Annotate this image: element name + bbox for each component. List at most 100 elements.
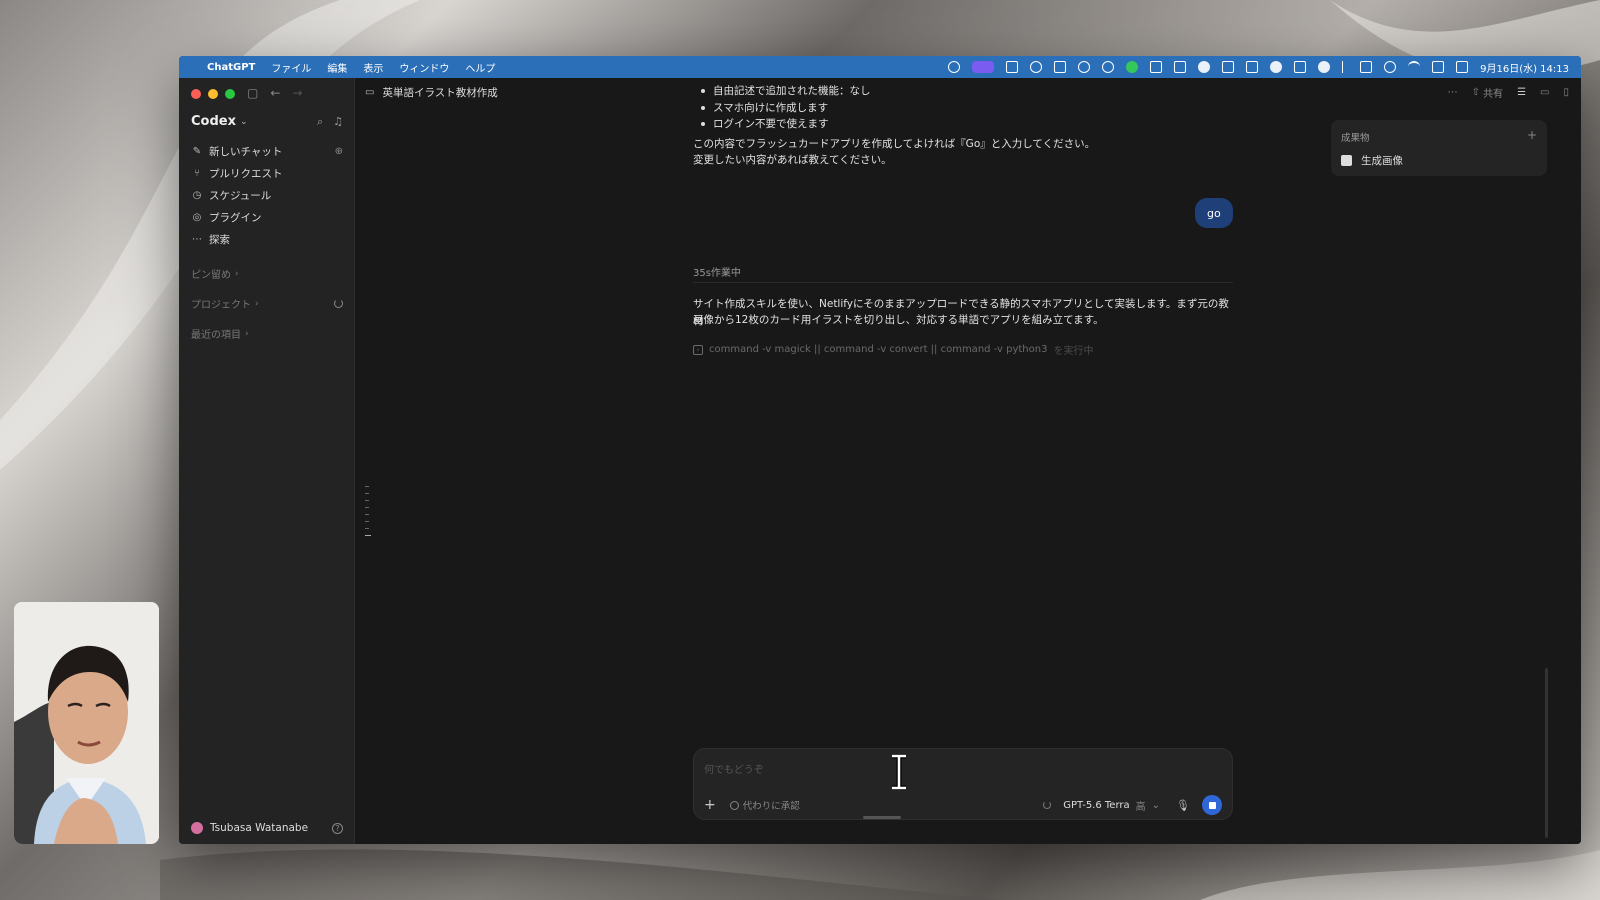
send-icon[interactable] [1360, 61, 1373, 73]
chevron-right-icon: › [245, 328, 249, 339]
list-view-icon[interactable]: ☰ [1517, 87, 1526, 98]
menu-help[interactable]: ヘルプ [465, 60, 495, 75]
minimize-window-button[interactable] [208, 89, 218, 99]
model-name: GPT-5.6 Terra [1063, 799, 1130, 811]
approve-icon [729, 800, 739, 810]
maximize-window-button[interactable] [225, 89, 235, 99]
folder-icon: ▭ [365, 86, 375, 98]
main-topbar: ▭ 英単語イラスト教材作成 ⋯ ⇧ 共有 ☰ ▭ ▯ [355, 78, 1581, 106]
add-artifact-icon[interactable]: + [1527, 129, 1537, 144]
sidebar-toggle-icon[interactable] [1294, 61, 1307, 73]
screen-record-icon[interactable] [972, 61, 995, 73]
section-pinned[interactable]: ピン留め › [191, 266, 343, 282]
more-options-icon[interactable]: ⋯ [1448, 87, 1458, 98]
menu-window[interactable]: ウィンドウ [399, 60, 449, 75]
cloud-icon[interactable] [1270, 61, 1283, 73]
chevron-down-icon[interactable]: ⌄ [240, 117, 248, 127]
terminal-icon: › [693, 344, 703, 355]
command-text: command -v magick || command -v convert … [709, 344, 1048, 355]
user-profile[interactable]: Tsubasa Watanabe ? [191, 822, 343, 834]
chatgpt-icon[interactable] [1030, 61, 1043, 73]
menu-edit[interactable]: 編集 [327, 60, 347, 75]
add-circle-icon[interactable]: ⊕ [335, 146, 343, 157]
wifi-icon[interactable] [1408, 61, 1421, 73]
section-recent[interactable]: 最近の項目 › [191, 326, 343, 342]
main-panel: ▭ 英単語イラスト教材作成 ⋯ ⇧ 共有 ☰ ▭ ▯ 自由記述で追加された機能：… [355, 78, 1581, 844]
workspace-title[interactable]: Codex [191, 114, 236, 129]
sidebar-item-label: スケジュール [209, 189, 272, 202]
scrollbar[interactable] [1545, 668, 1548, 838]
sidebar-toggle-icon[interactable]: ▢ [247, 86, 258, 100]
menubar-clock[interactable]: 9月16日(水) 14:13 [1480, 60, 1569, 75]
sidebar-item-explore[interactable]: ⋯ 探索 [191, 228, 343, 250]
status-icon[interactable] [1078, 61, 1091, 73]
attach-plus-icon[interactable]: + [704, 797, 716, 813]
timeline-markers[interactable] [365, 486, 371, 542]
menu-file[interactable]: ファイル [271, 60, 311, 75]
share-icon[interactable] [1054, 61, 1067, 73]
project-title[interactable]: 英単語イラスト教材作成 [382, 85, 497, 100]
sidebar-item-plugins[interactable]: ◎ プラグイン [191, 206, 343, 228]
stop-icon [1208, 801, 1216, 809]
terminal-icon[interactable]: ▭ [1540, 87, 1549, 98]
image-icon [1341, 155, 1352, 166]
loading-spinner-icon [1043, 801, 1052, 809]
sidebar: ▢ ← → Codex ⌄ ⌕ ♫ ✎ 新しいチャット ⊕ ⑂ プルリクエスト … [179, 78, 355, 844]
app-status-icon[interactable] [1006, 61, 1019, 73]
sidebar-item-schedule[interactable]: ◷ スケジュール [191, 184, 343, 206]
status-icons: 9月16日(水) 14:13 [948, 60, 1581, 75]
sidebar-item-label: 探索 [209, 233, 230, 246]
message-composer: 何でもどうぞ + 代わりに承認 GPT-5.6 Terra 高 ⌄ 🎙︎ [693, 748, 1233, 820]
stop-button[interactable] [1202, 795, 1222, 815]
drag-handle[interactable] [863, 816, 901, 819]
running-command[interactable]: › command -v magick || command -v conver… [693, 342, 1093, 357]
share-button[interactable]: ⇧ 共有 [1472, 85, 1503, 100]
side-panel-icon[interactable]: ▯ [1563, 87, 1569, 98]
command-status: を実行中 [1053, 346, 1094, 357]
sidebar-item-label: プラグイン [209, 211, 262, 224]
download-box-icon[interactable] [1246, 61, 1259, 73]
sidebar-item-label: 新しいチャット [209, 145, 283, 158]
sidebar-item-new-chat[interactable]: ✎ 新しいチャット ⊕ [191, 140, 343, 162]
audio-icon[interactable] [1198, 61, 1211, 73]
reasoning-level: 高 [1135, 801, 1146, 813]
back-arrow-icon[interactable]: ← [270, 86, 280, 100]
model-selector[interactable]: GPT-5.6 Terra 高 ⌄ [1043, 798, 1160, 813]
artifact-item[interactable]: 生成画像 [1341, 153, 1537, 168]
phone-icon[interactable] [1102, 61, 1115, 73]
list-item: 自由記述で追加された機能：なし [693, 83, 871, 100]
control-center-icon[interactable] [1456, 61, 1469, 73]
section-pinned-label: ピン留め [191, 270, 231, 281]
sidebar-item-label: プルリクエスト [209, 167, 283, 180]
bluetooth-icon[interactable] [1342, 61, 1348, 73]
search-icon[interactable]: ⌕ [317, 115, 323, 129]
message-input[interactable]: 何でもどうぞ [704, 761, 764, 776]
sidebar-item-pull-requests[interactable]: ⑂ プルリクエスト [191, 162, 343, 184]
display-icon[interactable] [1150, 61, 1163, 73]
close-window-button[interactable] [191, 89, 201, 99]
forward-arrow-icon[interactable]: → [292, 86, 302, 100]
line-icon[interactable] [1126, 61, 1139, 73]
gear-icon[interactable] [948, 61, 961, 73]
approve-mode-button[interactable]: 代わりに承認 [729, 798, 800, 812]
time-machine-icon[interactable] [1384, 61, 1397, 73]
bell-icon[interactable]: ♫ [333, 115, 343, 129]
window-controls [191, 89, 235, 99]
menu-app-name[interactable]: ChatGPT [207, 62, 255, 73]
menu-view[interactable]: 表示 [363, 60, 383, 75]
confirm-text-line2: 変更したい内容があれば教えてください。 [693, 154, 892, 166]
screen-mirror-icon[interactable] [1432, 61, 1445, 73]
help-icon[interactable]: ? [332, 822, 343, 834]
app-window: ChatGPT ファイル 編集 表示 ウィンドウ ヘルプ 9月16日(水) 14… [179, 56, 1581, 844]
artifacts-header: 成果物 [1341, 133, 1370, 144]
avatar [191, 822, 203, 834]
ellipsis-icon: ⋯ [192, 233, 202, 245]
shield-icon[interactable] [1174, 61, 1187, 73]
icloud-icon[interactable] [1318, 61, 1331, 73]
microphone-icon[interactable]: 🎙︎ [1176, 799, 1190, 812]
section-projects-label: プロジェクト [191, 300, 251, 311]
download-icon[interactable] [1222, 61, 1235, 73]
working-status[interactable]: 35s作業中 [693, 264, 1233, 283]
section-projects[interactable]: プロジェクト › [191, 296, 343, 311]
clock-icon: ◷ [192, 189, 202, 201]
